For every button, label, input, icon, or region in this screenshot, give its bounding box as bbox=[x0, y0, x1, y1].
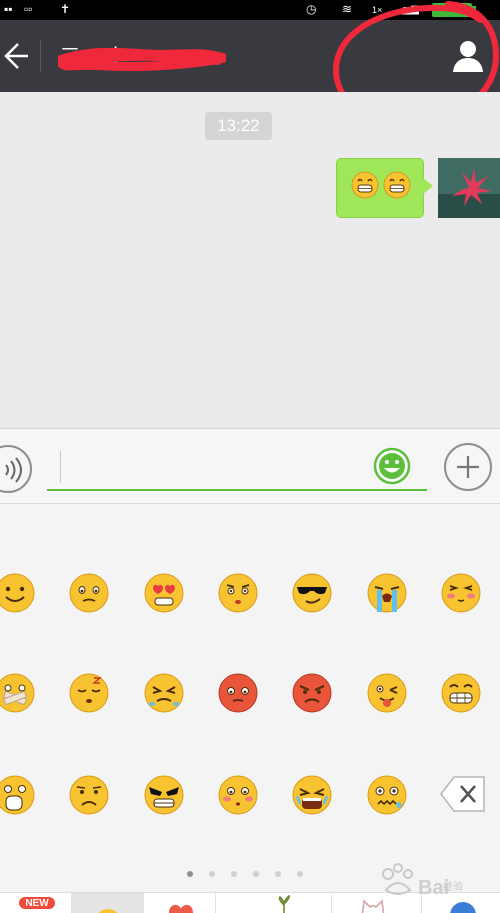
signal-label: 1× bbox=[372, 5, 383, 15]
page-dot bbox=[297, 871, 303, 877]
person-icon[interactable] bbox=[450, 38, 486, 74]
message-bubble[interactable] bbox=[336, 158, 424, 218]
grid-icon: ▫▫ bbox=[24, 2, 33, 16]
smiley-tab-icon bbox=[98, 909, 118, 913]
embarrassed-red-emoji-icon[interactable] bbox=[217, 672, 259, 714]
page-dot bbox=[231, 871, 237, 877]
smile-emoji-icon[interactable] bbox=[0, 572, 36, 614]
sad-frown-emoji-icon[interactable] bbox=[68, 774, 110, 816]
bawling-emoji-icon[interactable] bbox=[291, 774, 333, 816]
sleepy-emoji-icon[interactable] bbox=[68, 672, 110, 714]
redaction-scribble bbox=[58, 47, 226, 72]
status-bar: ▪▪ ▫▫ ✝ ◷ ≋ 1× ▂▃▅▆ bbox=[0, 0, 500, 20]
watermark-sub: 经验 bbox=[443, 882, 463, 893]
page-dot bbox=[253, 871, 259, 877]
plus-icon bbox=[457, 456, 479, 478]
usb-icon: ✝ bbox=[60, 2, 71, 16]
message-input[interactable] bbox=[47, 447, 427, 491]
voice-icon bbox=[5, 457, 22, 483]
timid-blush-emoji-icon[interactable] bbox=[217, 774, 259, 816]
evil-grin-emoji-icon[interactable] bbox=[143, 774, 185, 816]
grin-teeth-emoji-icon[interactable] bbox=[440, 672, 482, 714]
favorites-tab[interactable] bbox=[144, 893, 216, 913]
shy-blush-emoji-icon[interactable] bbox=[440, 572, 482, 614]
silent-taped-emoji-icon[interactable] bbox=[0, 672, 36, 714]
message-timestamp: 13:22 bbox=[205, 112, 272, 140]
surprised-emoji-icon[interactable] bbox=[0, 774, 36, 816]
default-emoji-tab[interactable] bbox=[72, 893, 144, 913]
cry-loud-emoji-icon[interactable] bbox=[366, 572, 408, 614]
heart-eyes-emoji-icon[interactable] bbox=[143, 572, 185, 614]
smiley-icon[interactable] bbox=[373, 447, 411, 485]
chat-area: 13:22 bbox=[0, 92, 500, 428]
plus-button[interactable] bbox=[444, 443, 492, 491]
page-dot bbox=[209, 871, 215, 877]
nav-divider bbox=[40, 40, 41, 72]
distressed-emoji-icon[interactable] bbox=[366, 774, 408, 816]
grin-emoji-icon bbox=[351, 171, 379, 199]
nav-bar: 三一 小 bbox=[0, 20, 500, 92]
wifi-icon: ≋ bbox=[342, 2, 353, 16]
sprout-icon bbox=[278, 895, 290, 913]
wink-tongue-emoji-icon[interactable] bbox=[366, 672, 408, 714]
battery-cap bbox=[472, 6, 476, 14]
blue-sticker-icon bbox=[450, 902, 476, 913]
awkward-sweat-emoji-icon[interactable] bbox=[217, 572, 259, 614]
text-cursor bbox=[60, 451, 61, 483]
page-dot bbox=[187, 871, 193, 877]
signal-bars-icon: ▂▃▅▆ bbox=[388, 4, 419, 15]
new-badge: NEW bbox=[18, 896, 56, 910]
page-indicator bbox=[185, 871, 315, 879]
avatar[interactable] bbox=[438, 158, 500, 218]
furious-emoji-icon[interactable] bbox=[291, 672, 333, 714]
sim-icon: ▪▪ bbox=[4, 2, 13, 16]
emoji-panel bbox=[0, 504, 500, 892]
alarm-icon: ◷ bbox=[306, 2, 317, 16]
grin-emoji-icon bbox=[383, 171, 411, 199]
input-bar bbox=[0, 428, 500, 504]
heart-icon bbox=[169, 904, 193, 913]
voice-button[interactable] bbox=[0, 445, 32, 493]
back-arrow-icon[interactable] bbox=[0, 38, 28, 74]
backspace-icon[interactable] bbox=[440, 775, 486, 813]
cool-sunglasses-emoji-icon[interactable] bbox=[291, 572, 333, 614]
sticker-pack-1-tab[interactable] bbox=[238, 893, 332, 913]
angry-puff-emoji-icon[interactable] bbox=[143, 672, 185, 714]
blush-shy-emoji-icon[interactable] bbox=[68, 572, 110, 614]
bubble-tail bbox=[423, 178, 433, 194]
battery-icon bbox=[432, 3, 472, 17]
page-dot bbox=[275, 871, 281, 877]
